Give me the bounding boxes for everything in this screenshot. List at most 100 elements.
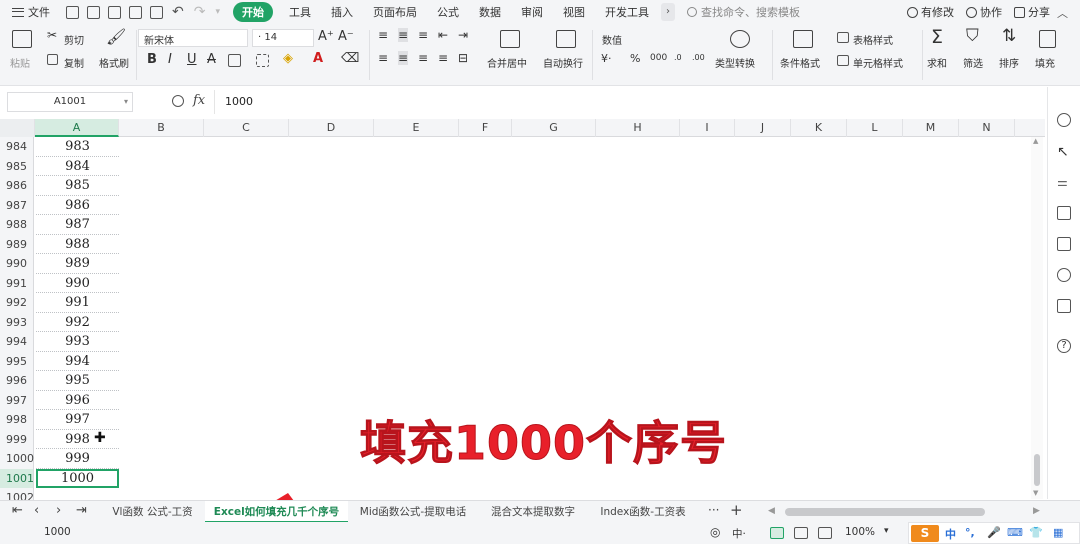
row-header[interactable]: 996 bbox=[0, 371, 34, 391]
cell-a[interactable]: 983 bbox=[36, 137, 119, 157]
italic-icon[interactable]: I bbox=[168, 52, 172, 67]
type-convert-icon[interactable] bbox=[730, 30, 750, 48]
justify-icon[interactable]: ≡ bbox=[438, 51, 448, 65]
wrap-text-label[interactable]: 自动换行 bbox=[543, 55, 583, 70]
ime-skin-icon[interactable]: 👕 bbox=[1029, 526, 1043, 539]
tab-view[interactable]: 视图 bbox=[563, 4, 585, 20]
filter-icon[interactable]: ⛉ bbox=[966, 26, 979, 46]
normal-view-icon[interactable] bbox=[770, 527, 784, 539]
align-top-icon[interactable]: ≡ bbox=[378, 28, 388, 42]
conditional-format-icon[interactable] bbox=[793, 30, 813, 48]
cell-a[interactable]: 990 bbox=[36, 274, 119, 293]
type-convert-label[interactable]: 类型转换 bbox=[715, 55, 755, 70]
prev-sheet-icon[interactable]: ‹ bbox=[34, 503, 39, 518]
cell-a[interactable]: 998 bbox=[36, 430, 119, 449]
column-header-k[interactable]: K bbox=[791, 119, 847, 137]
filter-label[interactable]: 筛选 bbox=[963, 55, 983, 70]
row-header[interactable]: 984 bbox=[0, 137, 34, 157]
cell-a[interactable]: 993 bbox=[36, 332, 119, 352]
bold-icon[interactable]: B bbox=[147, 52, 157, 67]
location-icon[interactable] bbox=[1057, 268, 1071, 282]
row-header[interactable]: 989 bbox=[0, 234, 34, 254]
row-header[interactable]: 994 bbox=[0, 332, 34, 352]
tab-developer[interactable]: 开发工具 bbox=[605, 4, 649, 20]
first-sheet-icon[interactable]: ⇤ bbox=[12, 503, 23, 518]
tab-insert[interactable]: 插入 bbox=[331, 4, 353, 20]
collaborate-button[interactable]: 协作 bbox=[966, 4, 1002, 20]
print-preview-icon[interactable] bbox=[150, 5, 163, 19]
paste-icon[interactable] bbox=[12, 30, 32, 48]
row-header[interactable]: 991 bbox=[0, 273, 34, 293]
scroll-up-icon[interactable]: ▲ bbox=[1033, 137, 1038, 145]
cell-a[interactable]: 999 bbox=[36, 449, 119, 469]
selected-cell[interactable]: 1000 bbox=[36, 468, 119, 488]
help-icon[interactable]: ? bbox=[1057, 339, 1071, 353]
ime-voice-icon[interactable]: 🎤 bbox=[987, 526, 1001, 539]
indent-decrease-icon[interactable]: ⇤ bbox=[438, 28, 448, 42]
zoom-level[interactable]: 100% bbox=[845, 526, 875, 538]
select-all-corner[interactable] bbox=[0, 119, 35, 137]
more-sheets-icon[interactable]: ··· bbox=[708, 503, 719, 517]
horizontal-scroll-thumb[interactable] bbox=[785, 508, 985, 516]
zoom-formula-icon[interactable] bbox=[172, 95, 184, 107]
cell-a[interactable]: 985 bbox=[36, 176, 119, 196]
cell-a[interactable]: 989 bbox=[36, 254, 119, 274]
column-header-d[interactable]: D bbox=[289, 119, 374, 137]
settings-sliders-icon[interactable]: ⚌ bbox=[1057, 175, 1071, 189]
decrease-font-icon[interactable]: A⁻ bbox=[338, 29, 354, 44]
column-header-m[interactable]: M bbox=[903, 119, 959, 137]
sheet-tab[interactable]: Index函数-工资表 bbox=[588, 501, 698, 523]
book-icon[interactable] bbox=[1057, 299, 1071, 313]
percent-icon[interactable]: % bbox=[630, 52, 640, 65]
command-search[interactable]: 查找命令、搜索模板 bbox=[687, 4, 800, 20]
name-box[interactable]: A1001 ▾ bbox=[7, 92, 133, 112]
save-icon[interactable] bbox=[87, 5, 100, 19]
rocket-icon[interactable] bbox=[1057, 113, 1071, 127]
quick-access-dropdown-icon[interactable]: ▾ bbox=[215, 7, 220, 17]
row-header[interactable]: 997 bbox=[0, 390, 34, 410]
spreadsheet-grid[interactable]: ABCDEFGHIJKLMN 984 983 985 984 986 985 987 986 9… bbox=[0, 119, 1045, 500]
copy-label[interactable]: 复制 bbox=[64, 55, 84, 70]
tab-home[interactable]: 开始 bbox=[233, 2, 273, 22]
strikethrough-icon[interactable]: A bbox=[207, 52, 216, 67]
underline-icon[interactable]: U bbox=[187, 52, 197, 67]
row-header[interactable]: 988 bbox=[0, 215, 34, 235]
sheet-tab[interactable]: 混合文本提取数字 bbox=[478, 501, 588, 523]
column-header-a[interactable]: A bbox=[35, 119, 119, 137]
tab-formulas[interactable]: 公式 bbox=[437, 4, 459, 20]
cell-a[interactable]: 995 bbox=[36, 371, 119, 391]
column-header-e[interactable]: E bbox=[374, 119, 459, 137]
cell-a[interactable]: 997 bbox=[36, 410, 119, 430]
column-header-h[interactable]: H bbox=[596, 119, 680, 137]
format-painter-label[interactable]: 格式刷 bbox=[99, 55, 129, 70]
sogou-ime-icon[interactable]: S bbox=[911, 525, 939, 542]
tab-review[interactable]: 审阅 bbox=[521, 4, 543, 20]
print-icon[interactable] bbox=[129, 5, 142, 19]
last-sheet-icon[interactable]: ⇥ bbox=[76, 503, 87, 518]
row-header[interactable]: 998 bbox=[0, 410, 34, 430]
cell-a[interactable]: 991 bbox=[36, 293, 119, 313]
clear-format-icon[interactable]: ⌫ bbox=[341, 51, 359, 66]
merge-center-label[interactable]: 合并居中 bbox=[487, 55, 527, 70]
tab-tools[interactable]: 工具 bbox=[289, 4, 311, 20]
font-size-select[interactable]: · 14 bbox=[252, 29, 314, 47]
cell-a[interactable]: 992 bbox=[36, 313, 119, 332]
undo-icon[interactable]: ↶ bbox=[172, 4, 184, 20]
fill-label[interactable]: 填充 bbox=[1035, 55, 1055, 70]
row-header[interactable]: 999 bbox=[0, 429, 34, 449]
increase-decimal-icon[interactable]: .0 bbox=[674, 53, 682, 62]
next-sheet-icon[interactable]: › bbox=[56, 503, 61, 518]
cell-style-icon[interactable] bbox=[256, 54, 269, 67]
column-header-b[interactable]: B bbox=[119, 119, 204, 137]
column-header-c[interactable]: C bbox=[204, 119, 289, 137]
row-header[interactable]: 993 bbox=[0, 312, 34, 332]
screenshot-icon[interactable] bbox=[1057, 237, 1071, 251]
column-header-g[interactable]: G bbox=[512, 119, 596, 137]
border-icon[interactable] bbox=[228, 54, 241, 67]
ime-punctuation-icon[interactable]: °, bbox=[965, 526, 975, 539]
fill-color-icon[interactable]: ◈ bbox=[283, 51, 293, 66]
function-icon[interactable]: fx bbox=[193, 93, 205, 108]
column-header-j[interactable]: J bbox=[735, 119, 791, 137]
font-name-select[interactable]: 新宋体 bbox=[138, 29, 248, 47]
align-center-icon[interactable]: ≡ bbox=[398, 51, 409, 65]
